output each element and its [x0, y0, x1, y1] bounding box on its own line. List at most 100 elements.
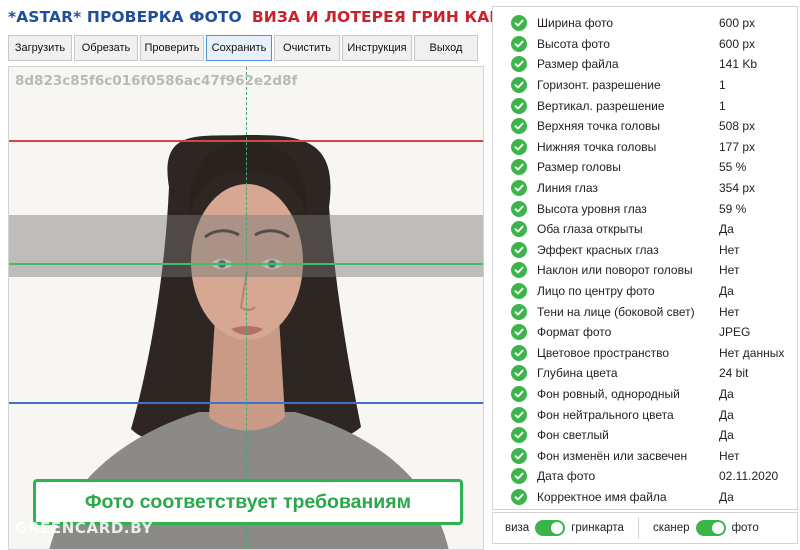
check-circle-icon	[511, 489, 527, 506]
check-value: Да	[719, 490, 734, 505]
check-label: Корректное имя файла	[537, 490, 667, 505]
check-value: 1	[719, 78, 726, 93]
check-circle-icon	[511, 386, 527, 403]
toolbar: Загрузить Обрезать Проверить Сохранить О…	[8, 35, 484, 61]
check-row: Размер головы 55 %	[493, 157, 797, 178]
check-circle-icon	[511, 468, 527, 485]
mode-right-label: гринкарта	[571, 522, 624, 534]
check-label: Ширина фото	[537, 16, 614, 31]
crop-button[interactable]: Обрезать	[74, 35, 138, 61]
clear-button[interactable]: Очистить	[274, 35, 340, 61]
check-circle-icon	[511, 262, 527, 279]
check-value: Да	[719, 387, 734, 402]
check-label: Глубина цвета	[537, 366, 618, 381]
check-circle-icon	[511, 406, 527, 423]
check-value: 1	[719, 98, 726, 113]
check-row: Тени на лице (боковой свет) Нет	[493, 301, 797, 322]
check-circle-icon	[511, 221, 527, 238]
source-switch-knob	[711, 522, 724, 534]
check-value: Да	[719, 407, 734, 422]
check-circle-icon	[511, 97, 527, 114]
source-left-label: сканер	[653, 522, 690, 534]
check-value: 177 px	[719, 139, 756, 154]
app-title-sub: ВИЗА И ЛОТЕРЕЯ ГРИН КАРТА	[251, 8, 524, 26]
check-value: Нет	[719, 242, 740, 257]
save-button[interactable]: Сохранить	[206, 35, 272, 61]
toggle-divider	[638, 517, 639, 539]
check-circle-icon	[511, 138, 527, 155]
center-guide-line	[246, 67, 247, 549]
check-label: Нижняя точка головы	[537, 139, 657, 154]
check-label: Высота фото	[537, 36, 610, 51]
photo-hash: 8d823c85f6c016f0586ac47f962e2d8f	[15, 73, 298, 89]
check-row: Фон светлый Да	[493, 425, 797, 446]
check-row: Нижняя точка головы 177 px	[493, 137, 797, 158]
check-row: Вертикал. разрешение 1	[493, 95, 797, 116]
app-title-main: *ASTAR* ПРОВЕРКА ФОТО	[8, 8, 242, 26]
check-circle-icon	[511, 200, 527, 217]
check-circle-icon	[511, 77, 527, 94]
mode-left-label: виза	[505, 522, 530, 534]
check-value: Нет	[719, 304, 740, 319]
check-circle-icon	[511, 447, 527, 464]
check-row: Фон изменён или засвечен Нет	[493, 446, 797, 467]
check-label: Формат фото	[537, 325, 612, 340]
check-label: Линия глаз	[537, 181, 598, 196]
check-label: Тени на лице (боковой свет)	[537, 304, 695, 319]
instructions-button[interactable]: Инструкция	[342, 35, 412, 61]
check-label: Размер файла	[537, 57, 619, 72]
check-circle-icon	[511, 159, 527, 176]
check-value: Да	[719, 222, 734, 237]
toggles-bar: виза гринкарта сканер фото	[492, 512, 798, 544]
exit-button[interactable]: Выход	[414, 35, 478, 61]
check-row: Цветовое пространство Нет данных	[493, 343, 797, 364]
check-value: Да	[719, 284, 734, 299]
check-label: Вертикал. разрешение	[537, 98, 665, 113]
check-value: JPEG	[719, 325, 751, 340]
source-switch[interactable]	[695, 520, 726, 536]
check-circle-icon	[511, 15, 527, 32]
check-circle-icon	[511, 283, 527, 300]
watermark: GREENCARD.BY	[15, 519, 153, 537]
check-value: 55 %	[719, 160, 747, 175]
check-value: 02.11.2020	[719, 469, 779, 484]
check-label: Фон ровный, однородный	[537, 387, 680, 402]
load-button[interactable]: Загрузить	[8, 35, 72, 61]
check-circle-icon	[511, 35, 527, 52]
check-label: Высота уровня глаз	[537, 201, 647, 216]
check-row: Формат фото JPEG	[493, 322, 797, 343]
check-label: Дата фото	[537, 469, 596, 484]
check-circle-icon	[511, 365, 527, 382]
check-value: 600 px	[719, 36, 756, 51]
check-circle-icon	[511, 118, 527, 135]
check-row: Фон ровный, однородный Да	[493, 384, 797, 405]
check-row: Ширина фото 600 px	[493, 13, 797, 34]
check-label: Наклон или поворот головы	[537, 263, 693, 278]
check-button[interactable]: Проверить	[140, 35, 204, 61]
check-value: Нет	[719, 263, 740, 278]
check-value: 508 px	[719, 119, 756, 134]
check-label: Верхняя точка головы	[537, 119, 661, 134]
check-label: Оба глаза открыты	[537, 222, 643, 237]
check-row: Горизонт. разрешение 1	[493, 75, 797, 96]
checks-panel: Ширина фото 600 px Высота фото 600 px Размер…	[492, 6, 798, 510]
check-circle-icon	[511, 241, 527, 258]
check-row: Размер файла 141 Kb	[493, 54, 797, 75]
check-row: Наклон или поворот головы Нет	[493, 260, 797, 281]
check-label: Фон светлый	[537, 428, 609, 443]
check-circle-icon	[511, 324, 527, 341]
check-value: 59 %	[719, 201, 747, 216]
check-row: Глубина цвета 24 bit	[493, 363, 797, 384]
check-label: Фон изменён или засвечен	[537, 448, 688, 463]
check-row: Лицо по центру фото Да	[493, 281, 797, 302]
check-row: Высота уровня глаз 59 %	[493, 198, 797, 219]
mode-switch[interactable]	[535, 520, 566, 536]
check-row: Верхняя точка головы 508 px	[493, 116, 797, 137]
check-circle-icon	[511, 56, 527, 73]
check-circle-icon	[511, 344, 527, 361]
check-value: Нет данных	[719, 345, 785, 360]
photo-preview[interactable]: 8d823c85f6c016f0586ac47f962e2d8f Фото со…	[8, 66, 484, 550]
mode-toggle-group: виза гринкарта	[505, 513, 624, 543]
check-circle-icon	[511, 303, 527, 320]
check-label: Цветовое пространство	[537, 345, 670, 360]
